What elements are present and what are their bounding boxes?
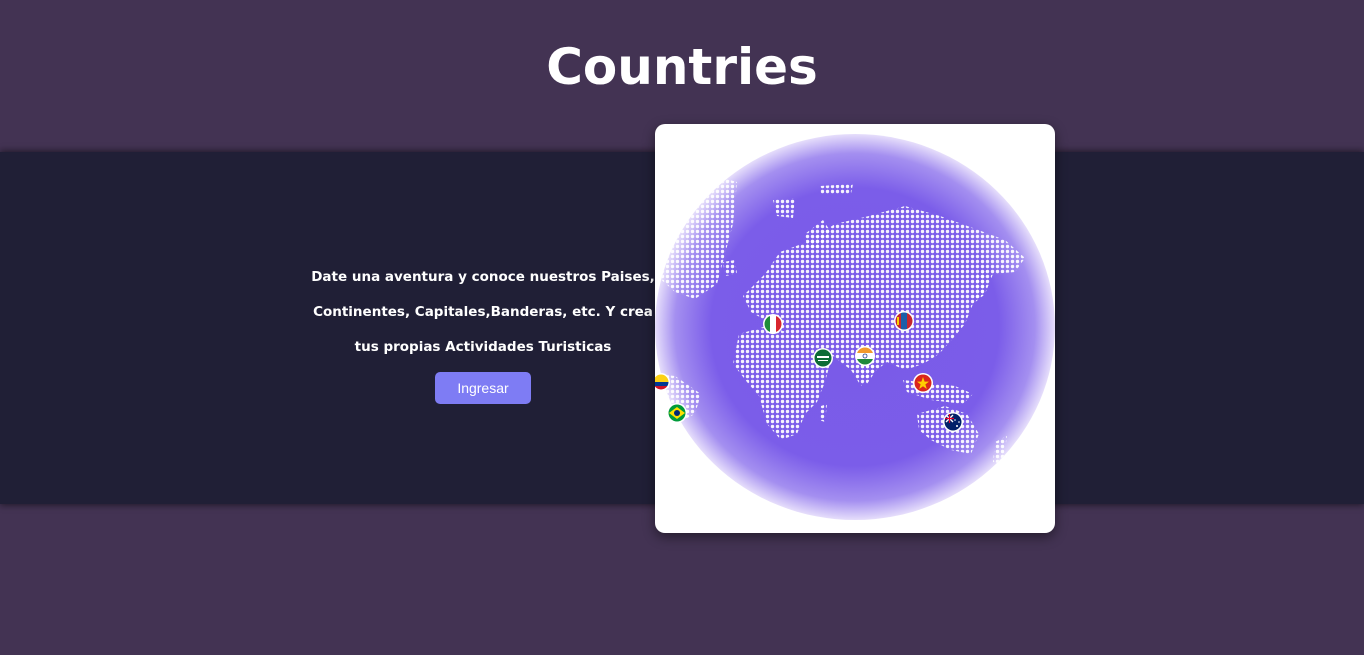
- globe-card: [655, 124, 1055, 533]
- flag-brazil-icon: [667, 403, 687, 423]
- flag-india-icon: [855, 346, 875, 366]
- enter-button[interactable]: Ingresar: [435, 372, 531, 404]
- flag-italy-icon: [763, 314, 783, 334]
- globe-illustration: [655, 134, 1055, 520]
- flag-vietnam-icon: [913, 373, 933, 393]
- page-title: Countries: [546, 38, 818, 96]
- flag-australia-icon: [943, 412, 963, 432]
- flag-mongolia-icon: [894, 311, 914, 331]
- flag-saudi-arabia-icon: [813, 348, 833, 368]
- hero-description: Date una aventura y conoce nuestros Pais…: [311, 269, 655, 355]
